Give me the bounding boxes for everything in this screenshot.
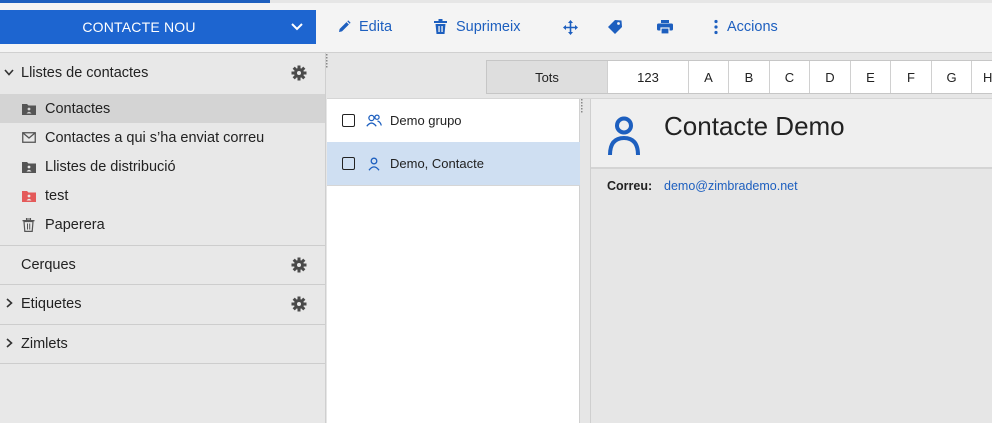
folder-label: Llistes de distribució [45,158,176,175]
alpha-filter-b[interactable]: B [729,61,770,93]
folder-contacts[interactable]: Contactes [0,94,325,123]
trash-icon [0,217,45,232]
gear-icon[interactable] [291,65,307,85]
sidebar-divider [0,363,325,364]
alpha-filter-g[interactable]: G [932,61,972,93]
avatar [607,115,641,160]
alphabet-filter-bar: Tots 123 A B C D E F G H [486,60,992,94]
zimlets-header[interactable]: Zimlets [0,324,325,364]
folder-trash[interactable]: Paperera [0,210,325,239]
folder-label: Contactes [45,100,111,117]
left-sidebar: Llistes de contactes Contactes Contactes… [0,53,326,423]
chevron-down-icon[interactable] [278,20,316,34]
alpha-filter-c[interactable]: C [770,61,810,93]
contact-lists-label: Llistes de contactes [21,65,149,81]
list-bottom-border [327,185,580,186]
envelope-icon [0,132,45,143]
folder-label: test [45,187,69,204]
alpha-filter-123[interactable]: 123 [608,61,689,93]
gear-icon[interactable] [291,257,307,277]
chevron-right-icon[interactable] [0,337,18,351]
edit-label: Edita [359,19,393,35]
chevron-right-icon[interactable] [0,297,18,311]
edit-button[interactable]: Edita [337,16,392,38]
contact-list: Demo grupo Demo, Contacte [327,99,580,423]
email-label: Correu: [607,179,653,193]
new-contact-label: CONTACTE NOU [82,19,196,35]
delete-button[interactable]: Suprimeix [433,16,520,38]
sidebar-resize-handle[interactable] [325,54,328,70]
contacts-folder-icon [0,161,45,173]
printer-icon [657,20,673,34]
folder-label: Contactes a qui s’ha enviat correu [45,129,265,146]
list-item[interactable]: Demo grupo [327,99,580,142]
top-accent-highlight [0,0,270,3]
new-contact-button[interactable]: CONTACTE NOU [0,10,316,44]
zimlets-label: Zimlets [21,336,68,352]
folder-emailed-contacts[interactable]: Contactes a qui s’ha enviat correu [0,123,325,152]
gear-icon[interactable] [291,296,307,316]
group-icon [366,114,382,127]
tags-label: Etiquetes [21,296,82,312]
searches-header[interactable]: Cerques [0,245,325,285]
alpha-filter-f[interactable]: F [891,61,932,93]
tag-icon [608,20,622,34]
vertical-dots-icon [713,19,719,35]
print-button[interactable] [657,16,673,38]
email-link[interactable]: demo@zimbrademo.net [664,179,798,193]
folder-test[interactable]: test [0,181,325,210]
contact-name: Demo grupo [390,113,462,128]
alpha-filter-d[interactable]: D [810,61,851,93]
alpha-filter-e[interactable]: E [851,61,891,93]
contacts-folder-red-icon [0,190,45,202]
contacts-folder-icon [0,103,45,115]
contact-title: Contacte Demo [664,111,845,141]
list-resize-handle[interactable] [580,99,583,115]
contact-detail-header: Contacte Demo [591,99,992,169]
actions-button[interactable]: Accions [713,16,778,38]
contact-name: Demo, Contacte [390,156,484,171]
contact-detail-pane: Contacte Demo Correu: demo@zimbrademo.ne… [590,99,992,423]
move-arrows-icon [563,19,578,35]
folder-label: Paperera [45,216,105,233]
searches-label: Cerques [21,257,76,273]
contact-lists-header[interactable]: Llistes de contactes [0,53,325,93]
chevron-down-icon[interactable] [0,67,18,79]
tag-button[interactable] [608,16,622,38]
folder-distribution-lists[interactable]: Llistes de distribució [0,152,325,181]
row-checkbox[interactable] [342,114,355,127]
person-icon [366,157,382,171]
pencil-icon [337,20,351,34]
actions-label: Accions [727,19,778,35]
alpha-filter-h[interactable]: H [972,61,992,93]
tags-header[interactable]: Etiquetes [0,284,325,324]
move-button[interactable] [563,16,578,38]
list-item[interactable]: Demo, Contacte [327,142,580,185]
alpha-filter-all[interactable]: Tots [487,61,608,93]
alpha-filter-a[interactable]: A [689,61,729,93]
delete-label: Suprimeix [456,19,521,35]
row-checkbox[interactable] [342,157,355,170]
trash-icon [433,19,448,35]
top-toolbar: CONTACTE NOU Edita Suprimeix Accions [0,0,992,53]
